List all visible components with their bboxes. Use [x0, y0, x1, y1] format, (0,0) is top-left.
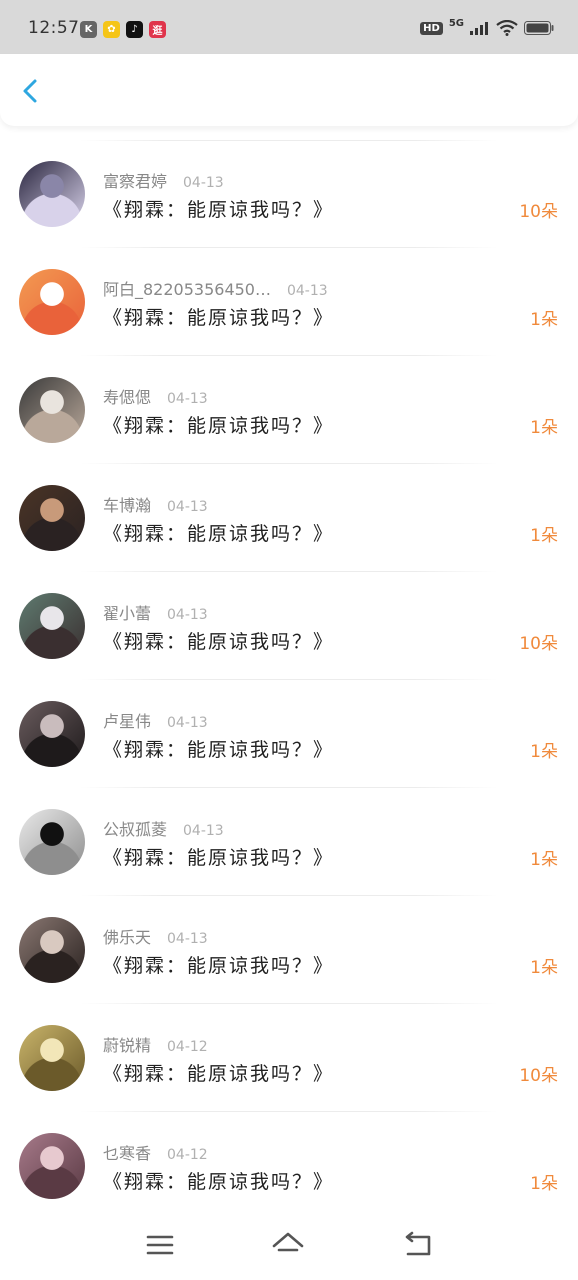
list-item[interactable]: 寿偲偲 04-13 《翔霖：能原谅我吗？》 1朵: [0, 356, 578, 464]
header: [0, 54, 578, 126]
home-button[interactable]: [271, 1228, 305, 1262]
gift-list: 富察君婷 04-13 《翔霖：能原谅我吗？》 10朵 阿白_82205356450… 04…: [0, 140, 578, 1220]
gift-date: 04-13: [167, 499, 208, 515]
sender-info: 车博瀚 04-13: [103, 492, 208, 516]
menu-button[interactable]: [143, 1228, 177, 1262]
back-icon: [405, 1231, 431, 1256]
sender-info: 卢星伟 04-13: [103, 708, 208, 732]
sender-name[interactable]: 蔚锐精: [103, 1036, 151, 1055]
sender-info: 乜寒香 04-12: [103, 1140, 208, 1164]
home-icon: [272, 1232, 304, 1252]
sender-info: 佛乐天 04-13: [103, 924, 208, 948]
red-app-icon: 逛: [149, 21, 166, 38]
k-app-icon: K: [80, 21, 97, 38]
status-app-icons: K ✿ ♪ 逛: [80, 21, 166, 38]
signal-icon: [470, 22, 488, 35]
flower-count: 1朵: [530, 418, 558, 438]
gift-message: 《翔霖：能原谅我吗？》: [103, 523, 335, 545]
avatar[interactable]: [19, 377, 85, 443]
flower-count: 10朵: [519, 1066, 558, 1086]
sender-name[interactable]: 卢星伟: [103, 712, 151, 731]
gift-date: 04-13: [183, 175, 224, 191]
status-bar: 12:57 K ✿ ♪ 逛 HD 5G: [0, 0, 578, 54]
flower-count: 10朵: [519, 634, 558, 654]
sender-name[interactable]: 公叔孤菱: [103, 820, 167, 839]
gift-date: 04-13: [183, 823, 224, 839]
gift-message: 《翔霖：能原谅我吗？》: [103, 955, 335, 977]
battery-icon: [524, 21, 554, 35]
gift-message: 《翔霖：能原谅我吗？》: [103, 1063, 335, 1085]
flower-count: 1朵: [530, 1174, 558, 1194]
flower-count: 1朵: [530, 742, 558, 762]
flower-count: 1朵: [530, 310, 558, 330]
status-time: 12:57: [28, 18, 80, 38]
gift-date: 04-13: [167, 607, 208, 623]
flower-count: 1朵: [530, 526, 558, 546]
list-item[interactable]: 富察君婷 04-13 《翔霖：能原谅我吗？》 10朵: [0, 140, 578, 248]
gift-date: 04-13: [286, 283, 328, 299]
gift-message: 《翔霖：能原谅我吗？》: [103, 631, 335, 653]
avatar[interactable]: [19, 1133, 85, 1199]
sender-info: 公叔孤菱 04-13: [103, 816, 224, 840]
sender-info: 翟小蕾 04-13: [103, 600, 208, 624]
sender-info: 富察君婷 04-13: [103, 168, 224, 192]
avatar[interactable]: [19, 701, 85, 767]
sender-name[interactable]: 寿偲偲: [103, 388, 151, 407]
nav-back-button[interactable]: [400, 1228, 434, 1262]
avatar[interactable]: [19, 593, 85, 659]
chevron-left-icon: [23, 79, 37, 103]
list-item[interactable]: 蔚锐精 04-12 《翔霖：能原谅我吗？》 10朵: [0, 1004, 578, 1112]
wifi-icon: [496, 20, 518, 36]
gift-message: 《翔霖：能原谅我吗？》: [103, 1171, 335, 1193]
gift-message: 《翔霖：能原谅我吗？》: [103, 307, 335, 329]
flower-count: 10朵: [519, 202, 558, 222]
gift-message: 《翔霖：能原谅我吗？》: [103, 415, 335, 437]
list-item[interactable]: 佛乐天 04-13 《翔霖：能原谅我吗？》 1朵: [0, 896, 578, 1004]
list-item[interactable]: 公叔孤菱 04-13 《翔霖：能原谅我吗？》 1朵: [0, 788, 578, 896]
gift-date: 04-13: [167, 715, 208, 731]
avatar[interactable]: [19, 161, 85, 227]
sender-name[interactable]: 阿白_82205356450…: [103, 280, 271, 299]
tiktok-app-icon: ♪: [126, 21, 143, 38]
list-item[interactable]: 车博瀚 04-13 《翔霖：能原谅我吗？》 1朵: [0, 464, 578, 572]
sender-info: 寿偲偲 04-13: [103, 384, 208, 408]
gift-date: 04-13: [167, 391, 208, 407]
avatar[interactable]: [19, 809, 85, 875]
sender-info: 蔚锐精 04-12: [103, 1032, 208, 1056]
gift-date: 04-12: [167, 1147, 208, 1163]
back-button[interactable]: [16, 76, 46, 106]
network-type: 5G: [448, 17, 464, 29]
list-item[interactable]: 阿白_82205356450… 04-13 《翔霖：能原谅我吗？》 1朵: [0, 248, 578, 356]
list-item[interactable]: 翟小蕾 04-13 《翔霖：能原谅我吗？》 10朵: [0, 572, 578, 680]
sender-name[interactable]: 翟小蕾: [103, 604, 151, 623]
gift-message: 《翔霖：能原谅我吗？》: [103, 199, 335, 221]
gift-date: 04-13: [167, 931, 208, 947]
avatar[interactable]: [19, 917, 85, 983]
sender-info: 阿白_82205356450… 04-13: [103, 276, 328, 300]
flower-count: 1朵: [530, 850, 558, 870]
list-item[interactable]: 乜寒香 04-12 《翔霖：能原谅我吗？》 1朵: [0, 1112, 578, 1220]
sender-name[interactable]: 富察君婷: [103, 172, 167, 191]
avatar[interactable]: [19, 1025, 85, 1091]
hd-icon: HD: [420, 21, 443, 35]
flower-app-icon: ✿: [103, 21, 120, 38]
status-indicators: HD 5G: [420, 17, 554, 36]
sender-name[interactable]: 车博瀚: [103, 496, 151, 515]
gift-date: 04-12: [167, 1039, 208, 1055]
list-item[interactable]: 卢星伟 04-13 《翔霖：能原谅我吗？》 1朵: [0, 680, 578, 788]
avatar[interactable]: [19, 269, 85, 335]
flower-count: 1朵: [530, 958, 558, 978]
gift-message: 《翔霖：能原谅我吗？》: [103, 739, 335, 761]
system-nav-bar: [0, 1210, 578, 1280]
sender-name[interactable]: 佛乐天: [103, 928, 151, 947]
sender-name[interactable]: 乜寒香: [103, 1144, 151, 1163]
avatar[interactable]: [19, 485, 85, 551]
gift-message: 《翔霖：能原谅我吗？》: [103, 847, 335, 869]
menu-icon: [146, 1235, 174, 1255]
